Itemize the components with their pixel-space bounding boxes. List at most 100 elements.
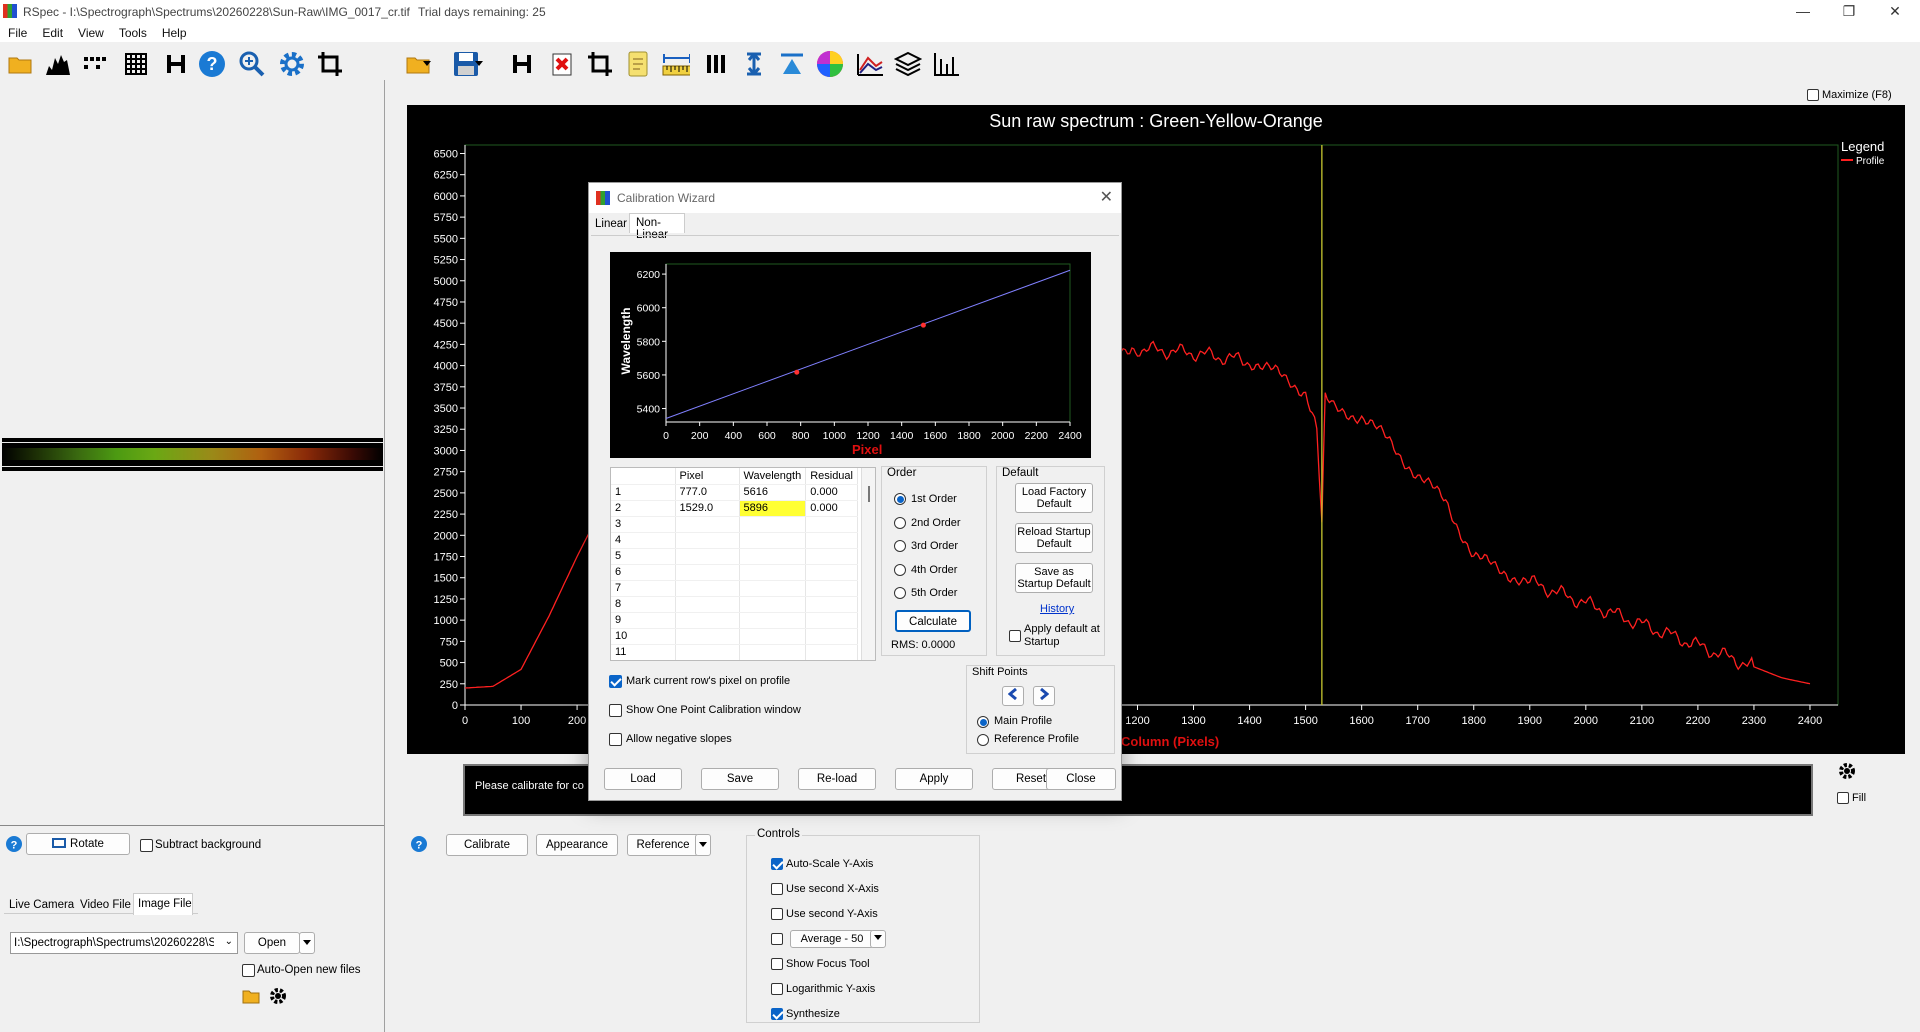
- table-cell[interactable]: 5616: [739, 484, 807, 501]
- tab-non-linear[interactable]: Non-Linear: [629, 213, 685, 241]
- chevron-down-icon[interactable]: [472, 50, 486, 78]
- mark-row-checkbox[interactable]: [609, 675, 622, 688]
- menu-view[interactable]: View: [70, 24, 111, 40]
- table-cell[interactable]: [675, 548, 740, 565]
- table-cell[interactable]: [805, 644, 859, 660]
- table-row[interactable]: 6: [611, 564, 859, 581]
- tab-live-camera[interactable]: Live Camera: [9, 899, 74, 911]
- histogram-icon[interactable]: [44, 50, 72, 78]
- table-cell[interactable]: [675, 644, 740, 660]
- tab-linear[interactable]: Linear: [589, 215, 631, 235]
- auto-open-checkbox[interactable]: [242, 964, 255, 977]
- peak-icon[interactable]: [778, 50, 806, 78]
- table-cell[interactable]: [739, 612, 807, 629]
- binning-icon[interactable]: [82, 50, 110, 78]
- menu-help[interactable]: Help: [154, 24, 194, 40]
- table-row[interactable]: 5: [611, 548, 859, 565]
- help-icon[interactable]: ?: [198, 50, 226, 78]
- table-cell[interactable]: 0.000: [805, 500, 859, 517]
- table-cell[interactable]: [805, 516, 859, 533]
- control-checkbox-0[interactable]: [771, 858, 783, 870]
- average-dropdown[interactable]: [870, 930, 886, 948]
- file-path-select[interactable]: I:\Spectrograph\Spectrums\20260228\Sur ⌄: [10, 932, 238, 954]
- tab-video-file[interactable]: Video File: [80, 899, 131, 911]
- folder-icon[interactable]: [242, 988, 260, 1007]
- reference-button[interactable]: Reference: [627, 834, 699, 856]
- table-cell[interactable]: [675, 564, 740, 581]
- table-cell[interactable]: 8: [611, 596, 676, 613]
- control-checkbox-1[interactable]: [771, 883, 783, 895]
- save-startup-default-button[interactable]: Save as Startup Default: [1015, 563, 1093, 593]
- control-checkbox-4[interactable]: [771, 958, 783, 970]
- table-cell[interactable]: 10: [611, 628, 676, 645]
- table-row[interactable]: 11: [611, 644, 859, 660]
- gear-icon[interactable]: [1838, 762, 1856, 783]
- open-button[interactable]: Open: [244, 932, 300, 954]
- delete-icon[interactable]: [548, 50, 576, 78]
- table-cell[interactable]: [739, 580, 807, 597]
- fill-checkbox[interactable]: [1837, 792, 1849, 804]
- table-cell[interactable]: 5896: [739, 500, 807, 517]
- apply-button[interactable]: Apply: [895, 768, 973, 790]
- maximize-checkbox[interactable]: [1807, 89, 1819, 101]
- table-cell[interactable]: 7: [611, 580, 676, 597]
- table-cell[interactable]: [805, 612, 859, 629]
- tab-image-file[interactable]: Image File: [133, 893, 193, 915]
- color-wheel-icon[interactable]: [816, 50, 844, 78]
- help-icon[interactable]: ?: [6, 836, 22, 855]
- help-icon[interactable]: ?: [411, 836, 427, 855]
- calibrate-button[interactable]: Calibrate: [446, 834, 528, 856]
- table-row[interactable]: 7: [611, 580, 859, 597]
- image-view[interactable]: [0, 80, 384, 826]
- table-cell[interactable]: 5: [611, 548, 676, 565]
- average-select[interactable]: Average - 50: [790, 930, 874, 948]
- reference-profile-radio[interactable]: [977, 734, 989, 746]
- table-cell[interactable]: [739, 596, 807, 613]
- crop-icon[interactable]: [316, 50, 344, 78]
- control-checkbox-6[interactable]: [771, 1008, 783, 1020]
- gear-icon[interactable]: [269, 987, 287, 1008]
- table-cell[interactable]: 6: [611, 564, 676, 581]
- table-cell[interactable]: 2: [611, 500, 676, 517]
- table-cell[interactable]: [739, 516, 807, 533]
- restore-icon[interactable]: ❐: [1826, 0, 1872, 24]
- main-profile-radio[interactable]: [977, 716, 989, 728]
- menu-file[interactable]: File: [0, 24, 34, 40]
- subtract-background-checkbox[interactable]: [140, 839, 153, 852]
- rotate-button[interactable]: Rotate: [26, 833, 130, 855]
- menu-edit[interactable]: Edit: [34, 24, 70, 40]
- waves-icon[interactable]: [856, 50, 884, 78]
- table-scrollbar[interactable]: [861, 468, 875, 660]
- table-cell[interactable]: [675, 532, 740, 549]
- table-cell[interactable]: [739, 628, 807, 645]
- table-cell[interactable]: [805, 580, 859, 597]
- table-cell[interactable]: [675, 516, 740, 533]
- calculate-button[interactable]: Calculate: [895, 610, 971, 632]
- table-row[interactable]: 1 777.0 5616 0.000: [611, 484, 859, 501]
- table-cell[interactable]: 1: [611, 484, 676, 501]
- chevron-down-icon[interactable]: [420, 50, 434, 78]
- table-cell[interactable]: [675, 628, 740, 645]
- reload-button[interactable]: Re-load: [798, 768, 876, 790]
- one-point-checkbox[interactable]: [609, 704, 622, 717]
- h-icon[interactable]: [508, 50, 536, 78]
- table-cell[interactable]: 0.000: [805, 484, 859, 501]
- table-cell[interactable]: [739, 532, 807, 549]
- zoom-icon[interactable]: [238, 50, 266, 78]
- table-row[interactable]: 2 1529.0 5896 0.000: [611, 500, 859, 517]
- table-row[interactable]: 3: [611, 516, 859, 533]
- notes-icon[interactable]: [624, 50, 652, 78]
- table-cell[interactable]: [805, 532, 859, 549]
- close-window-icon[interactable]: ✕: [1872, 0, 1918, 24]
- table-row[interactable]: 8: [611, 596, 859, 613]
- reload-startup-default-button[interactable]: Reload Startup Default: [1015, 523, 1093, 553]
- table-cell[interactable]: [739, 564, 807, 581]
- apply-default-checkbox[interactable]: [1009, 630, 1021, 642]
- control-checkbox-5[interactable]: [771, 983, 783, 995]
- order-radio-1[interactable]: [894, 493, 906, 505]
- table-row[interactable]: 4: [611, 532, 859, 549]
- layers-icon[interactable]: [894, 50, 922, 78]
- reference-dropdown[interactable]: [695, 834, 711, 856]
- h-icon[interactable]: [162, 50, 190, 78]
- negative-slopes-checkbox[interactable]: [609, 733, 622, 746]
